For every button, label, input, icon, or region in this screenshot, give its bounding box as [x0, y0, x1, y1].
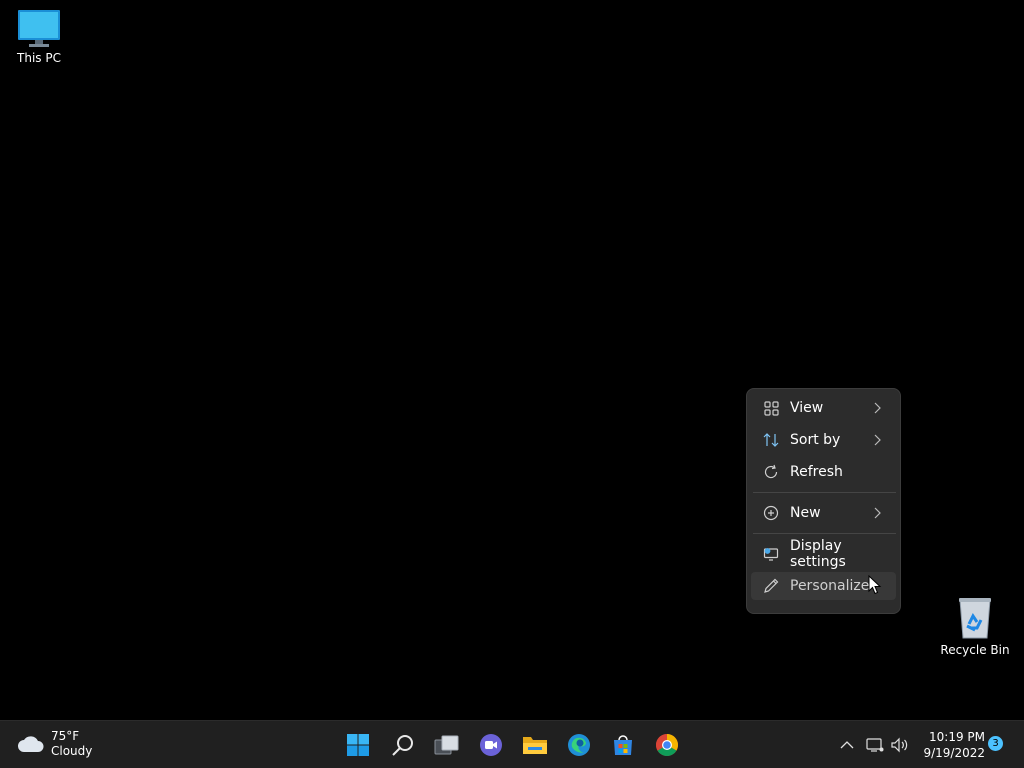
edge-button[interactable] [563, 729, 595, 761]
clock-time: 10:19 PM [929, 730, 985, 744]
weather-widget[interactable]: 75°F Cloudy [17, 729, 92, 759]
view-grid-icon [763, 400, 779, 416]
desktop-icon-recycle-bin[interactable]: Recycle Bin [939, 596, 1011, 657]
menu-item-label: Refresh [790, 464, 843, 480]
show-hidden-icons-button[interactable] [836, 729, 858, 761]
desktop-icon-this-pc[interactable]: This PC [3, 8, 75, 65]
recycle-bin-icon [959, 598, 991, 639]
start-button[interactable] [342, 729, 374, 761]
chat-icon [480, 734, 502, 756]
weather-condition: Cloudy [51, 744, 93, 758]
search-icon [392, 735, 413, 756]
menu-item-refresh[interactable]: Refresh [751, 458, 896, 486]
notification-badge[interactable]: 3 [988, 736, 1003, 751]
task-view-icon [434, 735, 459, 755]
menu-item-view[interactable]: View [751, 394, 896, 422]
menu-item-display-settings[interactable]: Display settings [751, 538, 896, 570]
file-explorer-button[interactable] [519, 729, 551, 761]
chevron-right-icon [874, 507, 881, 519]
cloud-icon [18, 736, 44, 752]
taskbar: 75°F Cloudy 10:19 PM 9/19/2022 [0, 720, 1024, 768]
store-icon [614, 735, 632, 755]
chrome-icon [656, 734, 678, 756]
edge-icon [568, 734, 590, 756]
menu-separator [753, 533, 896, 534]
teams-chat-button[interactable] [475, 729, 507, 761]
refresh-icon [763, 464, 779, 480]
desktop-icon-label: Recycle Bin [940, 643, 1010, 657]
mouse-pointer-icon [868, 575, 882, 595]
weather-temp: 75°F [51, 729, 80, 743]
network-button[interactable] [864, 729, 886, 761]
clock-date: 9/19/2022 [923, 746, 985, 760]
display-settings-icon [763, 546, 779, 562]
volume-button[interactable] [889, 729, 911, 761]
chrome-button[interactable] [651, 729, 683, 761]
menu-item-label: View [790, 400, 824, 416]
new-plus-icon [763, 505, 779, 521]
menu-separator [753, 492, 896, 493]
chevron-right-icon [874, 434, 881, 446]
chevron-up-icon [840, 741, 854, 749]
volume-icon [891, 737, 908, 753]
clock[interactable]: 10:19 PM 9/19/2022 [915, 729, 985, 761]
this-pc-icon [18, 10, 60, 47]
search-button[interactable] [387, 729, 419, 761]
windows-logo-icon [347, 734, 369, 756]
menu-item-label: Personalize [790, 578, 870, 594]
network-icon [866, 738, 884, 752]
menu-item-new[interactable]: New [751, 499, 896, 527]
task-view-button[interactable] [431, 729, 463, 761]
desktop-icon-label: This PC [17, 51, 61, 65]
personalize-pen-icon [763, 578, 779, 594]
sort-icon [763, 432, 779, 448]
chevron-right-icon [874, 402, 881, 414]
menu-item-label: Sort by [790, 432, 841, 448]
menu-item-label: New [790, 505, 821, 521]
store-button[interactable] [607, 729, 639, 761]
menu-item-label: Display settings [790, 538, 846, 570]
menu-item-sort-by[interactable]: Sort by [751, 426, 896, 454]
folder-icon [523, 737, 547, 754]
